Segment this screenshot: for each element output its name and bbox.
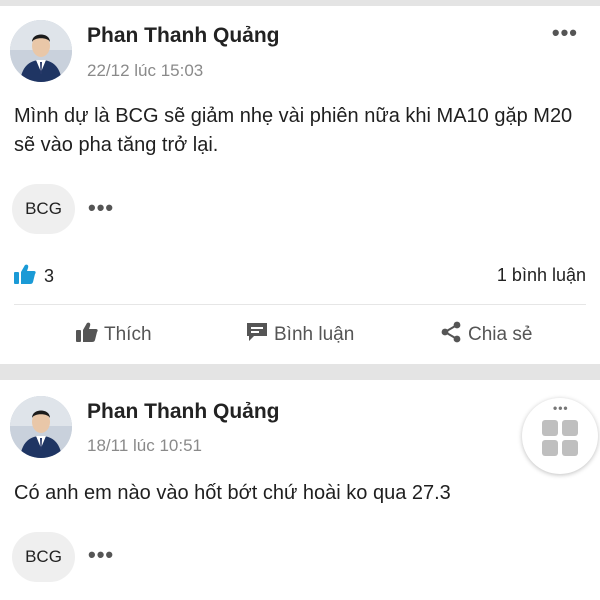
like-summary[interactable]: 3: [14, 264, 54, 289]
author-name[interactable]: Phan Thanh Quảng: [87, 24, 280, 48]
post-text: Có anh em nào vào hốt bớt chứ hoài ko qu…: [14, 482, 451, 504]
thumbs-up-icon: [76, 322, 98, 348]
stock-tag[interactable]: BCG: [12, 184, 75, 234]
post-text: Mình dự là BCG sẽ giảm nhẹ vài phiên nữa…: [14, 105, 573, 156]
like-label: Thích: [104, 324, 152, 345]
like-button[interactable]: Thích: [76, 318, 152, 352]
post-timestamp: 22/12 lúc 15:03: [87, 61, 204, 80]
post-card: Phan Thanh Quảng 22/12 lúc 15:03 ••• Mìn…: [0, 6, 600, 364]
comment-count[interactable]: 1 bình luận: [497, 265, 586, 286]
divider: [14, 304, 586, 305]
post-separator: [0, 364, 600, 380]
like-count: 3: [44, 266, 55, 286]
avatar[interactable]: [10, 20, 72, 82]
author-name[interactable]: Phan Thanh Quảng: [87, 400, 280, 424]
avatar[interactable]: [10, 396, 72, 458]
more-options-icon[interactable]: •••: [552, 22, 578, 44]
post-card: Phan Thanh Quảng 18/11 lúc 10:51 ••• Có …: [0, 380, 600, 600]
share-label: Chia sẻ: [468, 324, 533, 345]
thumbs-up-icon: [14, 264, 36, 289]
comment-label: Bình luận: [274, 324, 355, 345]
share-button[interactable]: Chia sẻ: [440, 318, 532, 352]
speech-bubble-icon: [246, 322, 268, 348]
apps-floating-button[interactable]: •••: [522, 398, 598, 474]
tag-more-icon[interactable]: •••: [88, 197, 114, 219]
stock-tag[interactable]: BCG: [12, 532, 75, 582]
comment-button[interactable]: Bình luận: [246, 318, 354, 352]
share-icon: [440, 321, 462, 349]
action-bar: Thích Bình luận Chia sẻ: [0, 318, 600, 352]
grid-icon: [542, 420, 578, 456]
post-timestamp: 18/11 lúc 10:51: [87, 436, 202, 455]
more-options-icon: •••: [553, 401, 569, 415]
tag-more-icon[interactable]: •••: [88, 544, 114, 566]
